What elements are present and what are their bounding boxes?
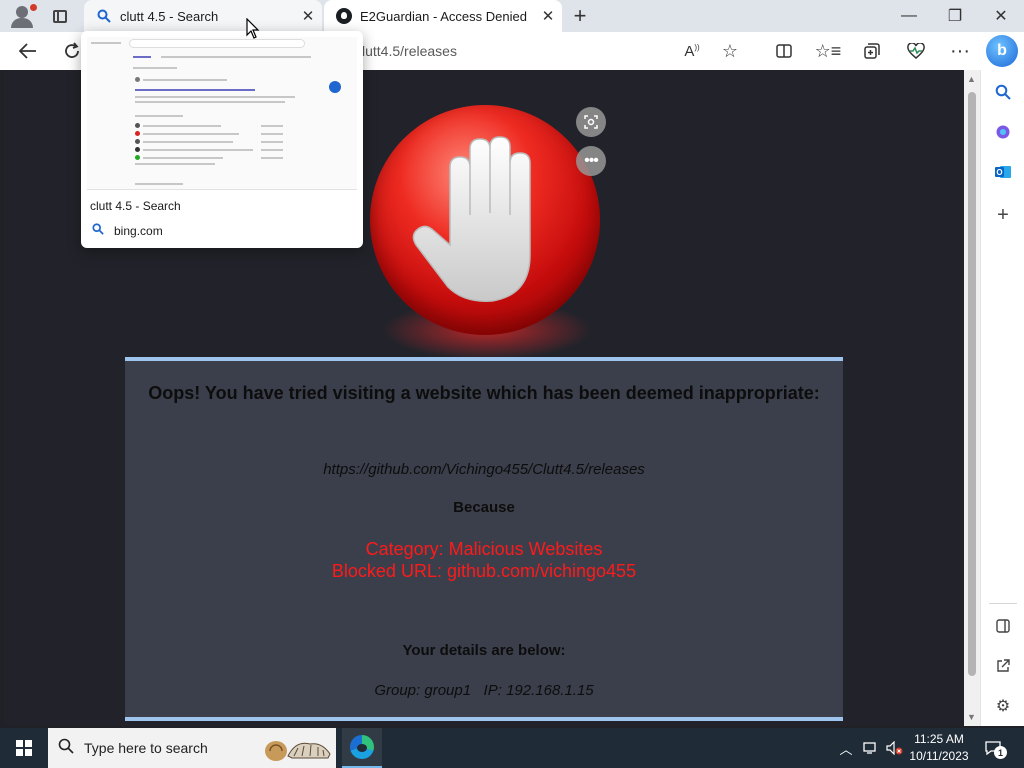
collections-button[interactable]	[856, 35, 888, 67]
more-icon: ···	[950, 39, 970, 62]
because-label: Because	[453, 499, 515, 516]
details-heading: Your details are below:	[402, 642, 566, 659]
search-icon	[92, 223, 104, 238]
sidebar-divider	[989, 603, 1017, 604]
tab-close-button[interactable]: ✕	[294, 7, 322, 25]
outlook-icon: O	[995, 166, 1011, 178]
add-icon: +	[997, 203, 1009, 226]
tab-actions-icon	[53, 9, 67, 23]
image-more-button[interactable]: •••	[576, 146, 606, 176]
bing-copilot-button[interactable]: b	[986, 35, 1018, 67]
read-aloud-icon: A))	[684, 42, 700, 60]
external-link-icon	[997, 659, 1010, 672]
tab-preview-site: bing.com	[114, 224, 163, 238]
sidebar-external-link-button[interactable]	[991, 654, 1015, 678]
block-category: Category: Malicious Websites	[365, 539, 603, 559]
sidebar-search-button[interactable]	[991, 80, 1015, 104]
sidebar-outlook-button[interactable]: O	[991, 160, 1015, 184]
sidebar-add-button[interactable]: +	[991, 203, 1015, 227]
notification-count-badge: 1	[994, 746, 1007, 759]
favorite-star-icon: ☆	[721, 40, 739, 61]
tab-access-denied[interactable]: E2Guardian - Access Denied ✕	[324, 0, 562, 32]
favorites-icon: ☆≡	[814, 40, 842, 61]
back-button[interactable]	[12, 35, 44, 67]
scrollbar-thumb[interactable]	[968, 92, 976, 676]
favorite-button[interactable]: ☆	[714, 35, 746, 67]
new-tab-button[interactable]: +	[564, 0, 596, 32]
tab-preview-title: clutt 4.5 - Search	[90, 199, 181, 213]
sidebar-toggle-button[interactable]	[991, 614, 1015, 638]
collections-icon	[864, 43, 880, 59]
minimize-button[interactable]: —	[886, 0, 932, 32]
user-details: Group: group1 IP: 192.168.1.15	[374, 682, 594, 699]
blocked-full-url: https://github.com/Vichingo455/Clutt4.5/…	[323, 461, 645, 478]
restore-button[interactable]: ❐	[932, 0, 978, 32]
svg-text:O: O	[996, 168, 1002, 177]
read-aloud-button[interactable]: A))	[676, 35, 708, 67]
browser-tab-bar: clutt 4.5 - Search ✕ E2Guardian - Access…	[0, 0, 1024, 32]
stop-hand-icon	[370, 105, 600, 335]
performance-button[interactable]	[900, 35, 932, 67]
tab-close-button[interactable]: ✕	[534, 7, 562, 25]
settings-icon: ⚙	[995, 698, 1011, 715]
start-button[interactable]	[0, 728, 48, 768]
tab-search[interactable]: clutt 4.5 - Search ✕	[84, 0, 322, 32]
tab-hover-preview[interactable]: clutt 4.5 - Search bing.com	[81, 31, 363, 248]
performance-icon	[907, 43, 925, 59]
network-button[interactable]	[860, 728, 882, 768]
profile-button[interactable]	[4, 0, 40, 32]
taskbar-search-box[interactable]: Type here to search	[48, 728, 336, 768]
clock-time: 11:25 AM	[914, 732, 964, 746]
search-highlight-fossil-icon	[265, 741, 331, 761]
network-icon	[863, 742, 876, 754]
more-button[interactable]: ···	[944, 35, 976, 67]
sidebar-toggle-icon	[996, 619, 1010, 633]
windows-logo-icon	[16, 740, 32, 756]
access-denied-panel: Oops! You have tried visiting a website …	[125, 357, 843, 721]
window-close-button[interactable]: ✕	[978, 0, 1024, 32]
page-scrollbar[interactable]: ▲ ▼	[964, 70, 980, 726]
scroll-down-icon[interactable]: ▼	[967, 712, 976, 722]
notification-center-button[interactable]: 1	[980, 736, 1007, 760]
profile-notification-dot	[30, 4, 37, 11]
tab-actions-button[interactable]	[44, 0, 76, 32]
show-hidden-icons-button[interactable]: ︿	[836, 728, 856, 768]
scroll-up-icon[interactable]: ▲	[967, 74, 976, 84]
clock-date: 10/11/2023	[909, 749, 969, 763]
tab-title: E2Guardian - Access Denied	[360, 8, 527, 24]
address-bar-text[interactable]: lutt4.5/releases	[362, 43, 457, 59]
search-favicon-icon	[96, 8, 112, 24]
sidebar-copilot-button[interactable]	[991, 120, 1015, 144]
visual-search-button[interactable]	[576, 107, 606, 137]
taskbar-edge-button[interactable]	[342, 728, 382, 768]
visual-search-icon	[584, 115, 598, 129]
back-icon	[19, 43, 36, 59]
search-icon	[995, 84, 1011, 100]
mouse-pointer-icon	[246, 18, 260, 39]
profile-avatar-icon	[16, 6, 28, 18]
search-icon	[48, 738, 84, 758]
blocked-url-reason: Blocked URL: github.com/vichingo455	[331, 561, 637, 581]
tab-preview-thumbnail	[87, 37, 357, 190]
more-icon: •••	[584, 152, 599, 169]
sidebar-settings-button[interactable]: ⚙	[991, 694, 1015, 718]
chevron-up-icon: ︿	[839, 741, 853, 757]
favorites-button[interactable]: ☆≡	[812, 35, 844, 67]
bing-copilot-icon: b	[997, 42, 1007, 59]
taskbar-search-placeholder: Type here to search	[84, 740, 208, 756]
split-screen-button[interactable]	[768, 35, 800, 67]
split-screen-icon	[776, 44, 792, 58]
tab-title: clutt 4.5 - Search	[120, 8, 219, 24]
taskbar-clock[interactable]: 11:25 AM 10/11/2023	[902, 731, 976, 765]
windows-taskbar: Type here to search ︿ 11:25 AM 10/11/202…	[0, 728, 1024, 768]
edge-icon	[350, 735, 374, 759]
copilot-icon	[996, 125, 1010, 139]
refresh-icon	[65, 42, 79, 58]
github-favicon-icon	[336, 8, 352, 24]
edge-sidebar: O + ⚙	[980, 70, 1024, 726]
blocked-headline: Oops! You have tried visiting a website …	[148, 383, 820, 403]
